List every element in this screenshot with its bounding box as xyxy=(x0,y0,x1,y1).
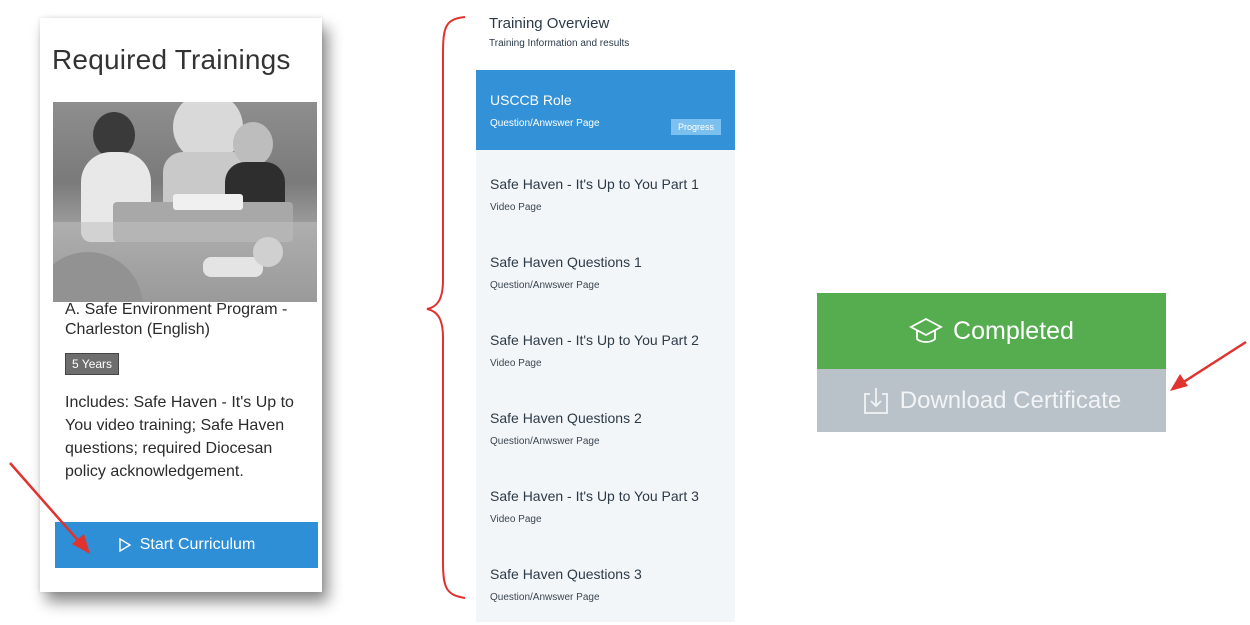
annotation-arrow-download xyxy=(1170,340,1247,391)
